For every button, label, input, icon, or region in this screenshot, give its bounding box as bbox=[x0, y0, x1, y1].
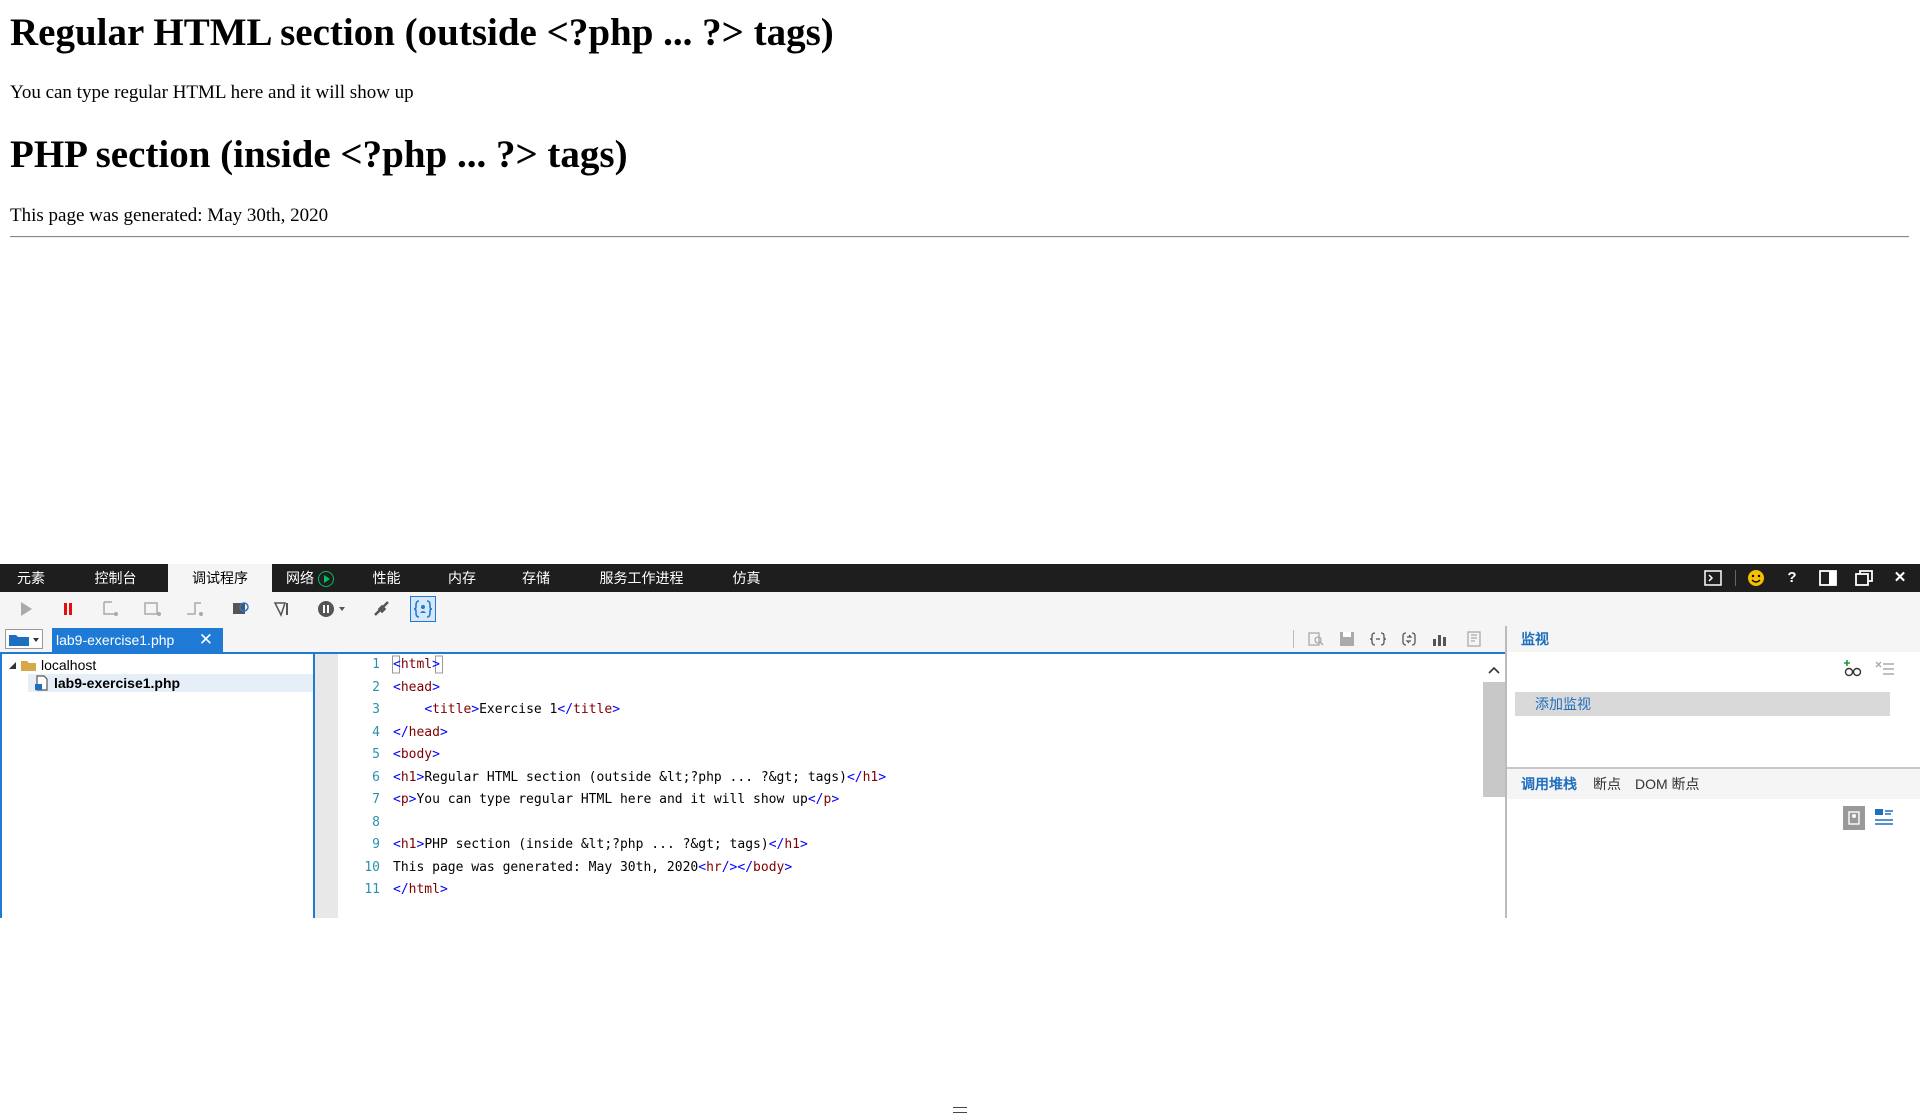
devtools-tab-bar: 元素 控制台 调试程序 网络 性能 内存 存储 服务工作进程 仿真 ? ✕ bbox=[0, 564, 1920, 592]
code-line[interactable]: <h1>PHP section (inside &lt;?php ... ?&g… bbox=[393, 834, 808, 856]
watch-title: 监视 bbox=[1521, 631, 1549, 647]
tab-network-label: 网络 bbox=[286, 570, 314, 586]
debugger-toolbar bbox=[0, 592, 1920, 626]
page-paragraph-regular: You can type regular HTML here and it wi… bbox=[10, 82, 414, 103]
line-number[interactable]: 4 bbox=[338, 722, 380, 744]
debug-side-pane: 监视 添加监视 调用堆栈 断点 DOM 断点 bbox=[1505, 626, 1920, 918]
step-out-icon[interactable] bbox=[185, 600, 205, 618]
sources-pane: lab9-exercise1.php ✕ localhost lab9-exer… bbox=[0, 626, 1505, 918]
tab-console[interactable]: 控制台 bbox=[79, 564, 152, 592]
tab-breakpoints[interactable]: 断点 bbox=[1593, 769, 1621, 799]
code-line[interactable]: <head> bbox=[393, 677, 440, 699]
tree-item-localhost[interactable]: localhost bbox=[41, 656, 96, 674]
disconnect-icon[interactable] bbox=[372, 600, 392, 618]
async-frames-icon[interactable] bbox=[1873, 806, 1895, 828]
line-number[interactable]: 3 bbox=[338, 699, 380, 721]
tab-performance[interactable]: 性能 bbox=[357, 564, 416, 592]
code-line[interactable]: <body> bbox=[393, 744, 440, 766]
line-number[interactable]: 6 bbox=[338, 767, 380, 789]
line-number[interactable]: 7 bbox=[338, 789, 380, 811]
close-tab-icon[interactable]: ✕ bbox=[199, 628, 213, 652]
profiler-icon[interactable] bbox=[1431, 631, 1449, 647]
word-wrap-icon[interactable] bbox=[1400, 631, 1418, 647]
tab-memory[interactable]: 内存 bbox=[432, 564, 492, 592]
code-line[interactable]: <h1>Regular HTML section (outside &lt;?p… bbox=[393, 767, 886, 789]
find-icon[interactable] bbox=[1307, 631, 1325, 647]
pretty-print-icon[interactable] bbox=[1369, 631, 1387, 647]
tree-splitter[interactable] bbox=[313, 654, 338, 918]
tab-service-workers[interactable]: 服务工作进程 bbox=[584, 564, 699, 592]
page-heading-php: PHP section (inside <?php ... ?> tags) bbox=[10, 133, 628, 176]
exception-icon[interactable] bbox=[273, 600, 293, 618]
file-tree: localhost lab9-exercise1.php bbox=[0, 654, 313, 918]
break-icon[interactable] bbox=[58, 600, 78, 618]
tab-dom-breakpoints[interactable]: DOM 断点 bbox=[1635, 769, 1700, 799]
rendered-page: Regular HTML section (outside <?php ... … bbox=[0, 0, 1920, 552]
devtools-resize-splitter[interactable] bbox=[0, 552, 1920, 1113]
tab-elements[interactable]: 元素 bbox=[0, 564, 62, 592]
code-editor[interactable]: 1 <html> 2 <head> 3 <title>Exercise 1</title… bbox=[338, 654, 1483, 918]
divider bbox=[1293, 630, 1294, 648]
add-watch-row[interactable]: 添加监视 bbox=[1515, 692, 1890, 716]
save-icon[interactable] bbox=[1338, 631, 1356, 647]
page-heading-regular: Regular HTML section (outside <?php ... … bbox=[10, 11, 834, 54]
add-watch-label: 添加监视 bbox=[1535, 696, 1591, 712]
help-icon[interactable]: ? bbox=[1783, 569, 1801, 587]
code-line[interactable]: This page was generated: May 30th, 2020<… bbox=[393, 857, 792, 879]
code-line[interactable]: </head> bbox=[393, 722, 448, 744]
line-number[interactable]: 5 bbox=[338, 744, 380, 766]
scroll-up-icon bbox=[1488, 666, 1500, 674]
file-tab-lab9-exercise1[interactable]: lab9-exercise1.php ✕ bbox=[52, 628, 223, 652]
folder-icon bbox=[20, 656, 38, 674]
page-paragraph-generated: This page was generated: May 30th, 2020 bbox=[10, 205, 329, 226]
code-line[interactable]: <p>You can type regular HTML here and it… bbox=[393, 789, 839, 811]
resize-grip-icon[interactable] bbox=[953, 1107, 967, 1113]
watch-header: 监视 bbox=[1507, 626, 1920, 652]
add-watch-icon[interactable] bbox=[1842, 660, 1862, 678]
show-library-frames-icon[interactable] bbox=[1843, 806, 1865, 830]
horizontal-rule bbox=[10, 236, 1909, 238]
line-number[interactable]: 9 bbox=[338, 834, 380, 856]
tree-item-lab9-exercise1[interactable]: lab9-exercise1.php bbox=[54, 674, 180, 692]
tab-debugger[interactable]: 调试程序 bbox=[168, 564, 272, 592]
just-my-code-icon[interactable] bbox=[410, 596, 436, 622]
console-icon[interactable] bbox=[1704, 569, 1722, 587]
close-icon[interactable]: ✕ bbox=[1891, 569, 1909, 587]
step-over-icon[interactable] bbox=[143, 600, 163, 618]
php-file-icon bbox=[34, 674, 50, 692]
tab-call-stack[interactable]: 调用堆栈 bbox=[1521, 769, 1577, 799]
line-number[interactable]: 2 bbox=[338, 677, 380, 699]
code-line[interactable]: </html> bbox=[393, 879, 448, 901]
continue-icon[interactable] bbox=[16, 600, 36, 618]
undock-icon[interactable] bbox=[1855, 569, 1873, 587]
open-document-button[interactable] bbox=[5, 629, 43, 649]
network-record-icon bbox=[318, 571, 334, 588]
sources-tab-bar: lab9-exercise1.php ✕ bbox=[0, 626, 1505, 652]
line-number[interactable]: 11 bbox=[338, 879, 380, 901]
pause-on-exception-icon[interactable] bbox=[316, 600, 348, 618]
file-tab-label: lab9-exercise1.php bbox=[56, 632, 175, 648]
tab-storage[interactable]: 存储 bbox=[506, 564, 566, 592]
line-number[interactable]: 8 bbox=[338, 812, 380, 834]
code-line[interactable]: <title>Exercise 1</title> bbox=[393, 699, 620, 721]
tab-network[interactable]: 网络 bbox=[275, 564, 345, 592]
tree-expand-icon[interactable] bbox=[8, 656, 18, 674]
divider bbox=[1735, 570, 1736, 586]
line-number[interactable]: 10 bbox=[338, 857, 380, 879]
clear-watches-icon[interactable] bbox=[1875, 660, 1895, 678]
source-map-icon[interactable] bbox=[1466, 631, 1484, 647]
step-into-icon[interactable] bbox=[100, 600, 120, 618]
break-on-new-worker-icon[interactable] bbox=[231, 600, 251, 618]
devtools-panel: 元素 控制台 调试程序 网络 性能 内存 存储 服务工作进程 仿真 ? ✕ la… bbox=[0, 564, 1920, 918]
line-number[interactable]: 1 bbox=[338, 654, 380, 676]
dock-icon[interactable] bbox=[1819, 569, 1837, 587]
scrollbar-thumb[interactable] bbox=[1483, 682, 1505, 797]
smiley-icon[interactable] bbox=[1747, 569, 1765, 587]
tab-emulation[interactable]: 仿真 bbox=[718, 564, 775, 592]
code-line[interactable]: <html> bbox=[393, 654, 440, 676]
stack-tab-bar: 调用堆栈 断点 DOM 断点 bbox=[1507, 767, 1920, 799]
